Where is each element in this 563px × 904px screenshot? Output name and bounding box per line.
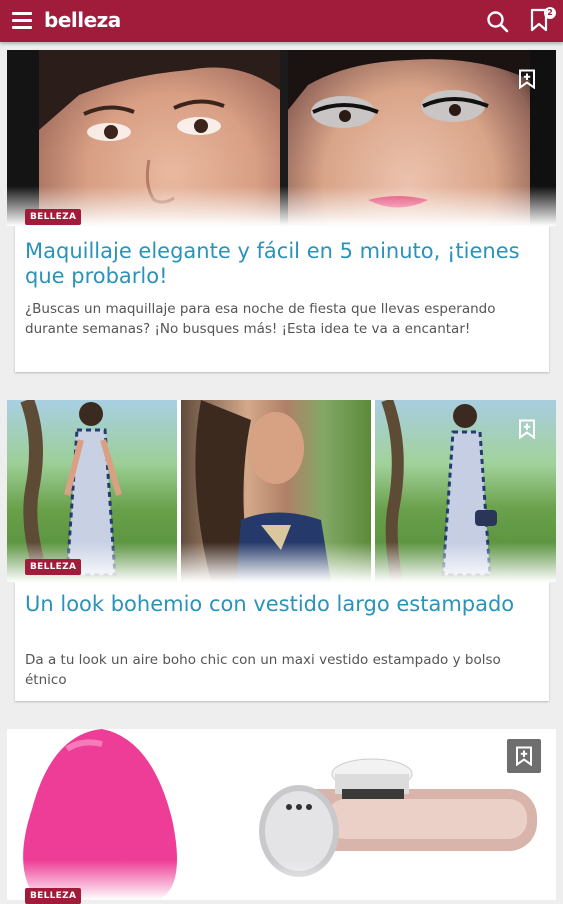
save-article-button[interactable] (507, 739, 541, 773)
bookmark-add-icon (516, 746, 532, 766)
search-icon[interactable] (486, 10, 510, 34)
article-2-description: Da a tu look un aire boho chic con un ma… (25, 652, 501, 688)
bookmarks-button[interactable]: 2 (529, 7, 556, 35)
article-1-title[interactable]: Maquillaje elegante y fácil en 5 minuto,… (25, 239, 525, 289)
article-2-title[interactable]: Un look bohemio con vestido largo estamp… (25, 592, 525, 617)
category-tag[interactable]: BELLEZA (25, 559, 82, 575)
category-tag[interactable]: BELLEZA (25, 888, 82, 904)
save-article-button[interactable] (510, 412, 544, 446)
bookmark-add-icon (519, 419, 535, 439)
article-2-card[interactable]: Un look bohemio con vestido largo estamp… (15, 582, 549, 701)
article-1-description: ¿Buscas un maquillaje para esa noche de … (25, 301, 496, 337)
hamburger-menu-icon[interactable] (12, 12, 32, 30)
image-fade (7, 542, 556, 582)
image-fade (7, 860, 556, 900)
bookmark-add-icon (519, 69, 535, 89)
bookmarks-count-badge: 2 (544, 7, 556, 19)
article-3-image[interactable] (7, 729, 556, 900)
image-fade (7, 186, 556, 226)
app-header: belleza 2 (0, 0, 563, 42)
article-2-image[interactable] (7, 400, 556, 582)
save-article-button[interactable] (510, 62, 544, 96)
category-tag[interactable]: BELLEZA (25, 209, 82, 225)
article-1-card[interactable]: Maquillaje elegante y fácil en 5 minuto,… (15, 226, 549, 372)
app-title: belleza (44, 8, 121, 32)
article-1-image[interactable] (7, 50, 556, 226)
